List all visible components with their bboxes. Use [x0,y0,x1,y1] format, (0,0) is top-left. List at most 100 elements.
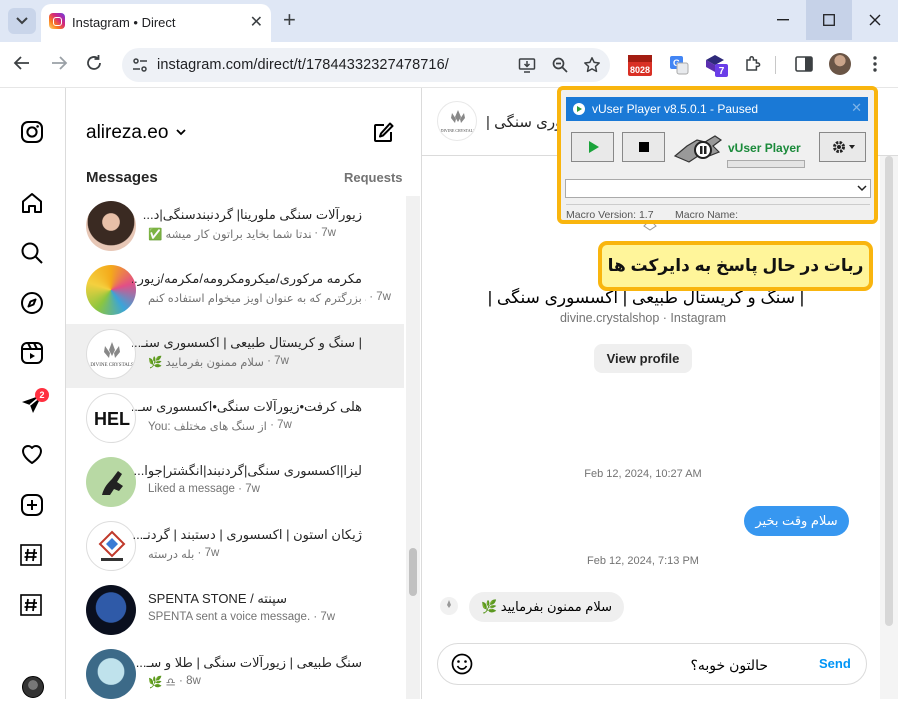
profile-avatar-nav[interactable] [22,676,44,698]
bookmark-star-icon[interactable] [583,56,601,74]
chevron-down-icon [16,17,28,25]
avatar [86,265,136,315]
home-icon[interactable] [20,191,44,215]
reload-icon[interactable] [85,54,103,72]
tab-close-icon[interactable]: ✕ [250,12,263,32]
outgoing-message[interactable]: سلام وقت بخیر [744,506,849,536]
chat-avatar[interactable]: DIVINE CRYSTALS [437,101,477,141]
vuser-titlebar[interactable]: vUser Player v8.5.0.1 - Paused ✕ [566,97,868,121]
threads-hash-icon[interactable] [20,544,42,566]
scrollbar-thumb[interactable] [409,548,417,596]
messages-heading: Messages [86,169,158,186]
vuser-status-bar: Macro Version: 1.7 Macro Name: [566,204,870,222]
chevron-down-icon [857,185,867,192]
conversation-name: زیورآلات سنگی ملورینا| گردنبندسنگی|د... [142,207,362,222]
instagram-favicon-icon [49,13,65,29]
account-username[interactable]: alireza.eo [86,122,168,144]
avatar [86,649,136,699]
heart-notifications-icon[interactable] [20,442,44,466]
address-bar[interactable]: instagram.com/direct/t/17844332327478716… [122,48,610,82]
emoji-icon[interactable] [451,653,473,675]
calendar-ext-icon[interactable]: 8028 [627,52,653,78]
tab-search-button[interactable] [8,8,36,34]
vuser-brand-label: vUser Player [728,141,801,155]
vuser-title: vUser Player v8.5.0.1 - Paused [592,102,759,116]
conversation-preview: بله درسته · 7w [148,547,220,561]
search-icon[interactable] [20,241,44,265]
avatar [86,457,136,507]
shield-ext-icon[interactable]: 7 [703,52,729,78]
conversation-item[interactable]: زیورآلات سنگی ملورینا| گردنبندسنگی|د... … [66,196,404,260]
window-close-button[interactable] [852,0,898,40]
vuser-close-icon[interactable]: ✕ [851,100,862,116]
threads-hash-icon-2[interactable] [20,594,42,616]
vuser-settings-button[interactable] [819,132,866,162]
url-text: instagram.com/direct/t/17844332327478716… [157,57,449,73]
more-menu-icon[interactable] [873,55,877,73]
minimize-icon [777,19,789,21]
conversation-name: | سنگ و کریستال طبیعی | اکسسوری سنـ... [132,335,362,350]
explore-compass-icon[interactable] [20,291,44,315]
create-plus-icon[interactable] [20,493,44,517]
chevron-down-icon[interactable] [176,129,186,136]
browser-tab[interactable]: Instagram • Direct ✕ [41,4,271,42]
conversation-item[interactable]: SPENTA STONE / سپنته SPENTA sent a voice… [66,580,404,644]
conversation-preview: SPENTA sent a voice message. · 7w [148,611,336,623]
vuser-macro-name: Macro Name: [675,209,739,221]
conversation-item[interactable]: HEL هلی کرفت•زیورآلات سنگی•اکسسوری سـ...… [66,388,404,452]
close-icon [869,14,881,26]
translate-ext-icon[interactable]: G [666,52,692,78]
vuser-player-window: vUser Player v8.5.0.1 - Paused ✕ vUser P… [557,86,878,224]
avatar [86,585,136,635]
instagram-sidebar: 2 [0,88,66,699]
vuser-app-icon [573,103,585,115]
back-arrow-icon[interactable] [13,54,31,72]
vuser-play-button[interactable] [571,132,614,162]
conversation-item[interactable]: سنگ طبیعی | زیورآلات سنگی | طلا و سـ... … [66,644,404,708]
install-app-icon[interactable] [518,56,536,74]
conversation-item[interactable]: ژیکان استون | اکسسوری | دستبند | گردنـ..… [66,516,404,580]
message-timestamp: Feb 12, 2024, 7:13 PM [587,555,699,567]
conversation-item[interactable]: لیزا|اکسسوری سنگی|گردنبند|انگشتر|جوا... … [66,452,404,516]
incoming-message[interactable]: سلام ممنون بفرمایید 🌿 [469,592,624,622]
profile-avatar[interactable] [829,53,851,75]
window-maximize-button[interactable] [806,0,852,40]
profile-name: | سنگ و کریستال طبیعی | اکسسوری سنگی | [487,288,805,307]
vuser-macro-select[interactable] [565,179,871,198]
extensions-puzzle-icon[interactable] [744,55,762,73]
vuser-stop-button[interactable] [622,132,665,162]
conversation-name: مکرمه مرکوری/میکرومکرومه/مکرمه/زیور... [132,271,362,286]
gear-icon [832,141,855,153]
conversation-preview: 🌿 ♎ · 8w [148,675,201,689]
tab-title: Instagram • Direct [72,15,176,30]
conversation-name: سنگ طبیعی | زیورآلات سنگی | طلا و سـ... [135,655,362,670]
scrollbar-thumb[interactable] [885,156,893,626]
window-minimize-button[interactable] [760,0,806,40]
view-profile-button[interactable]: View profile [594,344,692,373]
robot-hand-logo-icon [673,130,725,170]
conversation-name: هلی کرفت•زیورآلات سنگی•اکسسوری سـ... [132,399,362,414]
send-button[interactable]: Send [819,656,851,671]
conversation-item-selected[interactable]: DIVINE CRYSTALS | سنگ و کریستال طبیعی | … [66,324,404,388]
message-input[interactable] [498,655,768,675]
forward-arrow-icon[interactable] [50,54,68,72]
chat-header-name[interactable]: وری سنگی | [486,113,562,131]
zoom-icon[interactable] [551,56,569,74]
site-settings-icon[interactable] [132,57,148,73]
avatar [86,521,136,571]
reels-icon[interactable] [20,341,44,365]
annotation-callout: ربات در حال پاسخ به دایرکت ها [598,241,873,291]
chat-scrollbar[interactable] [880,156,898,699]
side-panel-icon[interactable] [795,56,813,73]
message-timestamp: Feb 12, 2024, 10:27 AM [584,468,702,480]
conversation-item[interactable]: مکرمه مرکوری/میکرومکرومه/مکرمه/زیور... س… [66,260,404,324]
conversation-scrollbar[interactable] [406,196,420,699]
svg-text:DIVINE CRYSTALS: DIVINE CRYSTALS [90,363,134,368]
profile-subtitle: divine.crystalshop · Instagram [559,311,727,325]
svg-text:7: 7 [719,66,725,77]
requests-link[interactable]: Requests [344,170,403,185]
new-message-compose-icon[interactable] [372,122,394,144]
instagram-logo-icon[interactable] [20,120,44,144]
conversation-preview: You: از سنگ های مختلف · 7w [148,419,292,433]
new-tab-button[interactable]: + [283,9,296,31]
